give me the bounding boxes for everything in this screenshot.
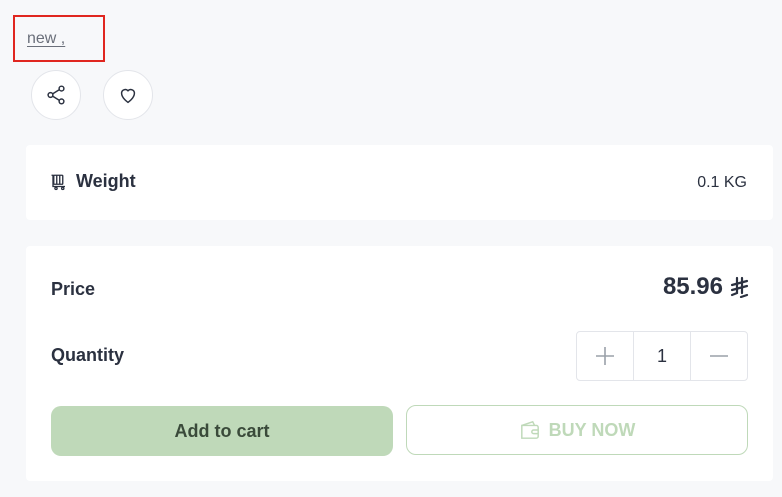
highlight-box: new , [13, 15, 105, 62]
buy-now-label: BUY NOW [548, 419, 636, 440]
add-to-cart-button[interactable]: Add to cart [51, 406, 393, 456]
price-label: Price [51, 279, 96, 299]
tag-link-new[interactable]: new , [27, 30, 65, 48]
increase-button[interactable] [577, 332, 633, 380]
weight-cart-icon [51, 174, 65, 190]
weight-label: Weight [76, 171, 136, 191]
minus-icon [710, 355, 728, 357]
decrease-button[interactable] [691, 332, 747, 380]
quantity-label: Quantity [51, 345, 125, 365]
quantity-value[interactable]: 1 [633, 332, 691, 380]
price-value: 85.96 [662, 273, 723, 300]
plus-icon [596, 347, 614, 365]
weight-card: Weight 0.1 KG [26, 145, 773, 220]
add-to-cart-label: Add to cart [174, 420, 270, 441]
weight-value: 0.1 KG [697, 174, 747, 191]
purchase-card: Price 85.96 Quantity 1 Add to cart BUY N… [26, 246, 773, 481]
share-button[interactable] [31, 70, 81, 120]
heart-icon [120, 88, 136, 104]
share-icon [47, 85, 65, 105]
favorite-button[interactable] [103, 70, 153, 120]
price-value-group: 85.96 [663, 273, 749, 301]
quantity-stepper: 1 [576, 331, 748, 381]
saudi-riyal-icon [730, 276, 749, 298]
wallet-icon [520, 420, 539, 439]
weight-label-group: Weight [50, 171, 136, 192]
buy-now-button[interactable]: BUY NOW [406, 405, 748, 455]
